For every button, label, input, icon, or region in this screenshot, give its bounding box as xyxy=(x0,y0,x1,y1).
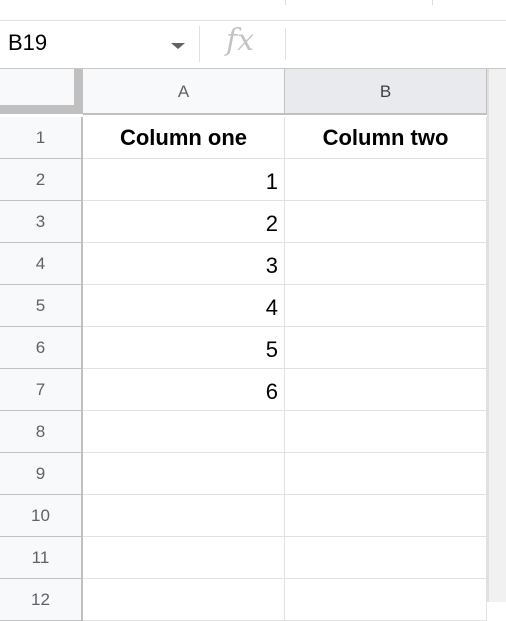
cell-a4[interactable]: 3 xyxy=(83,243,285,285)
column-header-b[interactable]: B xyxy=(285,69,487,115)
cell-b3[interactable] xyxy=(285,201,487,243)
row-header[interactable]: 5 xyxy=(0,285,83,327)
cell-b9[interactable] xyxy=(285,453,487,495)
row-header[interactable]: 6 xyxy=(0,327,83,369)
divider xyxy=(285,0,286,5)
select-all-corner[interactable] xyxy=(0,69,83,114)
divider xyxy=(199,26,200,62)
divider xyxy=(285,28,286,60)
row-header[interactable]: 9 xyxy=(0,453,83,495)
row-header[interactable]: 3 xyxy=(0,201,83,243)
cell-a8[interactable] xyxy=(83,411,285,453)
toolbar-strip xyxy=(0,0,506,21)
cell-b7[interactable] xyxy=(285,369,487,411)
row-header[interactable]: 11 xyxy=(0,537,83,579)
cell-a9[interactable] xyxy=(83,453,285,495)
name-box[interactable]: B19 xyxy=(8,30,47,56)
row-header[interactable]: 8 xyxy=(0,411,83,453)
row-header[interactable]: 2 xyxy=(0,159,83,201)
row-header[interactable]: 12 xyxy=(0,579,83,621)
vertical-scrollbar[interactable] xyxy=(487,69,506,602)
chevron-down-icon[interactable] xyxy=(171,43,185,49)
cell-b11[interactable] xyxy=(285,537,487,579)
row-header[interactable]: 10 xyxy=(0,495,83,537)
row-header[interactable]: 7 xyxy=(0,369,83,411)
cell-b5[interactable] xyxy=(285,285,487,327)
function-icon: fx xyxy=(226,23,255,58)
cell-b2[interactable] xyxy=(285,159,487,201)
cell-b1[interactable]: Column two xyxy=(285,117,487,159)
cell-a3[interactable]: 2 xyxy=(83,201,285,243)
row-header[interactable]: 1 xyxy=(0,117,83,159)
cell-b10[interactable] xyxy=(285,495,487,537)
cell-a10[interactable] xyxy=(83,495,285,537)
cell-a12[interactable] xyxy=(83,579,285,621)
cell-a2[interactable]: 1 xyxy=(83,159,285,201)
cell-a6[interactable]: 5 xyxy=(83,327,285,369)
cell-b6[interactable] xyxy=(285,327,487,369)
cell-b4[interactable] xyxy=(285,243,487,285)
cell-a1[interactable]: Column one xyxy=(83,117,285,159)
formula-input[interactable] xyxy=(290,25,504,65)
row-header[interactable]: 4 xyxy=(0,243,83,285)
cell-a7[interactable]: 6 xyxy=(83,369,285,411)
cell-a5[interactable]: 4 xyxy=(83,285,285,327)
formula-bar: B19 fx xyxy=(0,21,506,70)
cell-b8[interactable] xyxy=(285,411,487,453)
divider xyxy=(432,0,433,5)
column-header-a[interactable]: A xyxy=(83,69,285,115)
cell-b12[interactable] xyxy=(285,579,487,621)
cell-a11[interactable] xyxy=(83,537,285,579)
